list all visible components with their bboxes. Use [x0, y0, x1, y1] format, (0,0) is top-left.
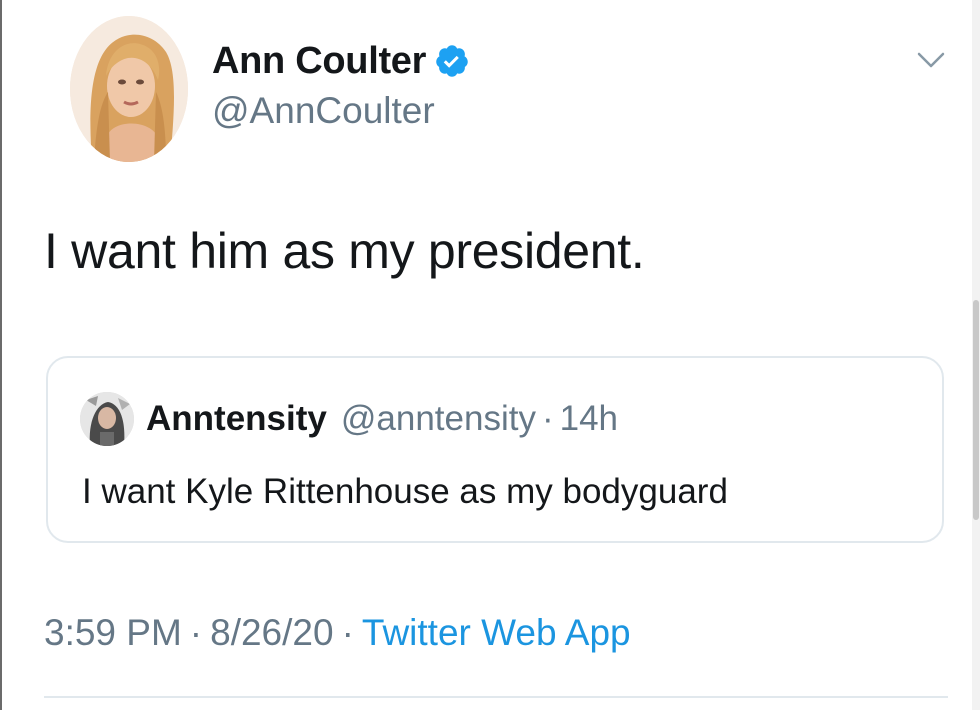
tweet-source-link[interactable]: Twitter Web App	[362, 612, 631, 653]
chevron-down-icon[interactable]	[916, 48, 946, 72]
author-avatar[interactable]	[70, 16, 188, 162]
quoted-author-avatar-image	[80, 392, 134, 446]
quoted-author-name[interactable]: Anntensity	[146, 399, 327, 439]
author-avatar-image	[70, 16, 188, 162]
scrollbar-thumb[interactable]	[973, 300, 979, 520]
quoted-tweet-card[interactable]: Anntensity @anntensity · 14h I want Kyle…	[46, 356, 944, 543]
quoted-author-avatar	[80, 392, 134, 446]
author-name-row: Ann Coulter	[212, 36, 470, 86]
tweet-time[interactable]: 3:59 PM	[44, 612, 182, 653]
quoted-tweet-header: Anntensity @anntensity · 14h	[80, 392, 618, 446]
verified-badge-icon	[436, 45, 468, 77]
tweet-date[interactable]: 8/26/20	[210, 612, 333, 653]
window-left-edge	[0, 0, 2, 710]
meta-separator: ·	[189, 612, 203, 653]
tweet-screenshot: Ann Coulter @AnnCoulter I want him as my…	[0, 0, 980, 710]
author-name[interactable]: Ann Coulter	[212, 40, 426, 83]
quoted-time-ago[interactable]: 14h	[560, 399, 618, 439]
scrollbar[interactable]	[972, 0, 980, 710]
author-block: Ann Coulter @AnnCoulter	[212, 36, 470, 132]
tweet-meta: 3:59 PM · 8/26/20 · Twitter Web App	[44, 612, 631, 654]
tweet-text: I want him as my president.	[44, 223, 645, 279]
divider	[44, 696, 948, 698]
quoted-separator: ·	[541, 399, 554, 438]
meta-separator: ·	[341, 612, 354, 653]
quoted-author-handle[interactable]: @anntensity	[341, 399, 536, 439]
author-handle[interactable]: @AnnCoulter	[212, 90, 470, 132]
quoted-tweet-text: I want Kyle Rittenhouse as my bodyguard	[82, 472, 728, 511]
